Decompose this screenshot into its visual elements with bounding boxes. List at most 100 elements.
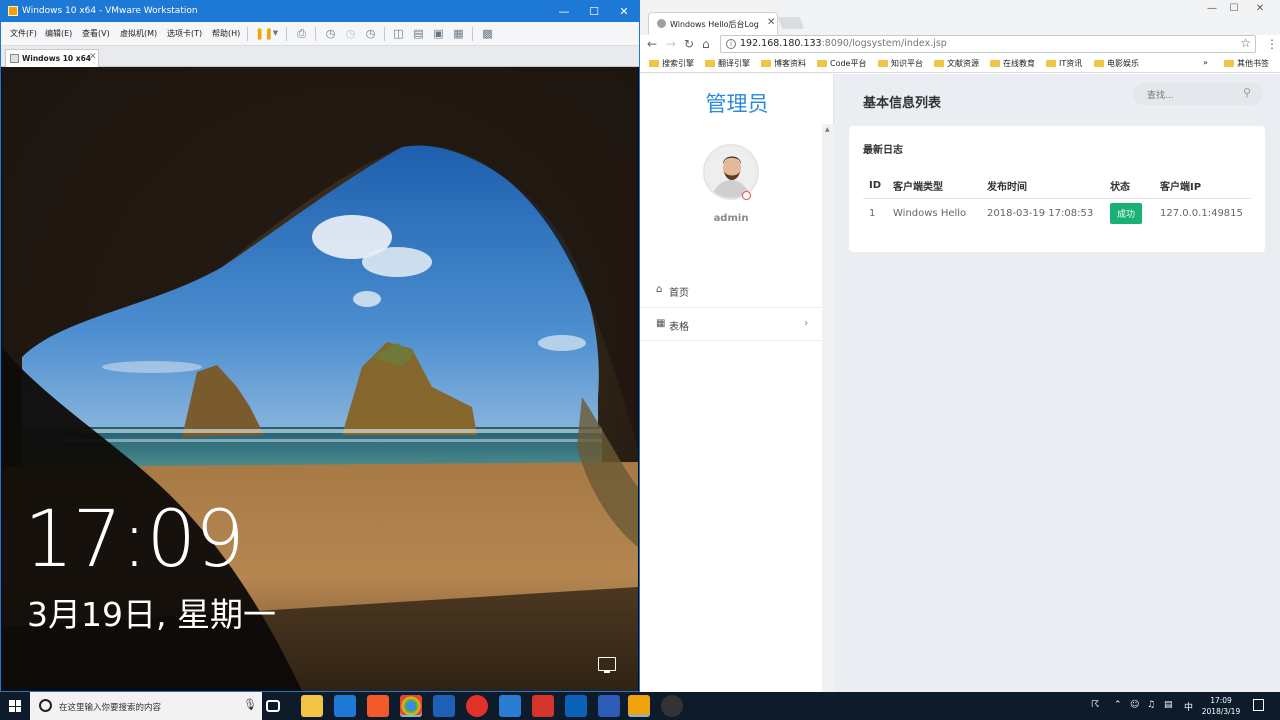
app-store-icon[interactable] — [334, 695, 356, 717]
vm-icon — [10, 54, 19, 63]
other-bookmarks[interactable]: 其他书签 — [1224, 58, 1269, 69]
close-tab-icon[interactable]: ✕ — [89, 52, 97, 62]
bookmark-folder[interactable]: 文献资源 — [934, 58, 979, 69]
bookmark-folder[interactable]: 电影娱乐 — [1094, 58, 1139, 69]
brand-title[interactable]: 管理员 — [640, 88, 834, 118]
chevron-up-icon[interactable]: ⌃ — [1114, 700, 1122, 710]
bookmark-folder[interactable]: IT资讯 — [1046, 58, 1082, 69]
close-tab-icon[interactable]: ✕ — [767, 17, 775, 28]
action-center-icon[interactable] — [1253, 699, 1264, 711]
address-bar[interactable]: i 192.168.180.133:8090/logsystem/index.j… — [720, 35, 1256, 53]
gmail-icon[interactable] — [532, 695, 554, 717]
ime-indicator[interactable]: 中 — [1184, 700, 1193, 713]
sidebar: 管理员 ▲ admin ⌂ 首页 ▦ 表格 › — [640, 74, 834, 692]
scroll-up-icon[interactable]: ▲ — [825, 126, 830, 133]
status-badge — [742, 191, 751, 200]
user-icon[interactable]: ☈ — [1091, 700, 1099, 710]
bookmark-folder[interactable]: 博客资料 — [761, 58, 806, 69]
cell-client-type: Windows Hello — [893, 207, 967, 219]
folder-icon — [761, 60, 771, 67]
obs-icon[interactable] — [661, 695, 683, 717]
folder-icon — [990, 60, 1000, 67]
network-icon[interactable]: ▤ — [1164, 700, 1173, 710]
menu-edit[interactable]: 编辑(E) — [45, 28, 72, 39]
pause-icon[interactable]: ❚❚ — [255, 27, 273, 40]
file-explorer-icon[interactable] — [301, 695, 323, 717]
send-keys-icon[interactable]: ⎙ — [295, 27, 308, 40]
search-icon[interactable]: ⚲ — [1243, 86, 1251, 99]
fullscreen-icon[interactable]: ▣ — [432, 27, 445, 40]
sidebar-scrollbar[interactable]: ▲ — [822, 124, 834, 692]
bookmark-folder[interactable]: Code平台 — [817, 58, 866, 69]
reload-icon[interactable]: ↻ — [684, 37, 694, 52]
volume-icon[interactable]: ♫ — [1147, 700, 1155, 710]
avatar[interactable] — [703, 144, 759, 200]
lock-screen[interactable]: 17:09 3月19日, 星期一 — [2, 67, 638, 691]
maximize-button[interactable]: ☐ — [1220, 3, 1248, 17]
log-table: ID 客户端类型 发布时间 状态 客户端IP 1 Windows Hello 2… — [863, 174, 1251, 228]
bookmarks-overflow[interactable]: » — [1203, 58, 1208, 67]
unity-icon[interactable]: ▦ — [452, 27, 465, 40]
sidebar-divider — [640, 340, 822, 341]
revert-snapshot-icon[interactable]: ◷ — [344, 27, 357, 40]
app-icon[interactable] — [466, 695, 488, 717]
bookmark-folder[interactable]: 知识平台 — [878, 58, 923, 69]
visual-studio-icon[interactable] — [499, 695, 521, 717]
menu-help[interactable]: 帮助(H) — [212, 28, 240, 39]
people-icon[interactable]: ☺ — [1130, 700, 1139, 710]
tab-windows10[interactable]: Windows 10 x64 ✕ — [5, 49, 99, 67]
lock-screen-time: 17:09 — [24, 495, 245, 585]
app-icon[interactable] — [433, 695, 455, 717]
toolbar-divider — [472, 27, 473, 41]
taskbar-clock[interactable]: 17:09 2018/3/19 — [1194, 695, 1248, 717]
table-row[interactable]: 1 Windows Hello 2018-03-19 17:08:53 成功 1… — [863, 198, 1251, 228]
forward-icon[interactable]: → — [666, 37, 676, 52]
browser-menu-icon[interactable]: ⋮ — [1266, 37, 1278, 51]
sidebar-item-table[interactable]: ▦ 表格 › — [640, 307, 822, 340]
taskbar-search-placeholder: 在这里输入你要搜索的内容 — [59, 703, 162, 713]
network-icon[interactable] — [598, 657, 616, 673]
start-button[interactable] — [0, 692, 30, 720]
thumbnail-icon[interactable]: ▤ — [412, 27, 425, 40]
new-tab-button[interactable] — [777, 17, 805, 29]
close-button[interactable]: ✕ — [1246, 3, 1274, 17]
maximize-button[interactable]: ☐ — [579, 1, 609, 22]
task-view-icon[interactable] — [266, 700, 280, 712]
search-input[interactable]: 查找... ⚲ — [1133, 83, 1263, 105]
outlook-icon[interactable] — [565, 695, 587, 717]
snapshot-manager-icon[interactable]: ◷ — [364, 27, 377, 40]
vscode-icon[interactable] — [598, 695, 620, 717]
menu-vm[interactable]: 虚拟机(M) — [120, 28, 157, 39]
back-icon[interactable]: ← — [647, 37, 657, 52]
cell-time: 2018-03-19 17:08:53 — [987, 207, 1094, 219]
vmware-icon[interactable] — [628, 695, 650, 717]
console-view-icon[interactable]: ▩ — [481, 27, 494, 40]
sidebar-item-home[interactable]: ⌂ 首页 — [640, 274, 822, 307]
browser-tab[interactable]: Windows Hello后台Log ✕ — [648, 12, 778, 35]
close-button[interactable]: ✕ — [609, 1, 639, 22]
toolbar-divider — [384, 27, 385, 41]
snapshot-icon[interactable]: ◷ — [324, 27, 337, 40]
menu-tabs[interactable]: 选项卡(T) — [167, 28, 202, 39]
taskbar-search-box[interactable]: 在这里输入你要搜索的内容 🎙 — [30, 692, 262, 720]
microphone-icon[interactable]: 🎙 — [243, 698, 257, 711]
menu-file[interactable]: 文件(F) — [10, 28, 37, 39]
bookmark-folder[interactable]: 搜索引擎 — [649, 58, 694, 69]
chevron-down-icon[interactable]: ▼ — [269, 27, 282, 40]
folder-icon — [934, 60, 944, 67]
cell-id: 1 — [869, 207, 876, 219]
info-icon[interactable]: i — [726, 39, 736, 49]
bookmark-folder[interactable]: 翻译引擎 — [705, 58, 750, 69]
bookmarks-bar: 搜索引擎 翻译引擎 博客资料 Code平台 知识平台 文献资源 在线教育 IT资… — [640, 54, 1280, 73]
minimize-button[interactable]: — — [549, 1, 579, 22]
vmware-window-title: Windows 10 x64 - VMware Workstation — [22, 6, 198, 16]
page-title: 基本信息列表 — [863, 96, 942, 111]
library-icon[interactable]: ◫ — [392, 27, 405, 40]
menu-view[interactable]: 查看(V) — [82, 28, 110, 39]
chrome-icon[interactable] — [400, 695, 422, 717]
bookmark-folder[interactable]: 在线教育 — [990, 58, 1035, 69]
bookmark-star-icon[interactable]: ☆ — [1240, 36, 1251, 50]
app-icon[interactable] — [367, 695, 389, 717]
vmware-titlebar[interactable]: Windows 10 x64 - VMware Workstation — ☐ … — [1, 1, 639, 22]
home-icon[interactable]: ⌂ — [702, 37, 710, 52]
